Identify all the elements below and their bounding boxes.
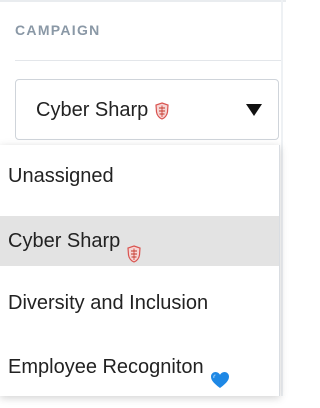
blue-heart-icon [210, 358, 230, 388]
option-label: Employee Recogniton [8, 356, 204, 378]
section-divider [15, 60, 281, 61]
shield-icon [155, 101, 169, 120]
option-label: Cyber Sharp [8, 230, 121, 252]
campaign-select[interactable]: Cyber Sharp [15, 79, 279, 140]
dropdown-option-cyber-sharp[interactable]: Cyber Sharp [0, 216, 279, 266]
section-label: CAMPAIGN [15, 22, 101, 38]
campaign-dropdown-menu: Unassigned Cyber Sharp Diversity and Inc… [0, 145, 280, 396]
dropdown-option-employee-recognition[interactable]: Employee Recogniton [0, 342, 279, 392]
campaign-select-label: Cyber Sharp [36, 99, 149, 121]
top-divider [0, 0, 286, 2]
option-label: Unassigned [8, 165, 114, 187]
dropdown-option-diversity-and-inclusion[interactable]: Diversity and Inclusion [0, 278, 279, 328]
dropdown-option-unassigned[interactable]: Unassigned [0, 151, 279, 201]
right-divider [281, 0, 283, 396]
shield-icon [127, 232, 141, 263]
caret-down-icon [246, 104, 262, 116]
option-label: Diversity and Inclusion [8, 292, 209, 314]
campaign-select-value: Cyber Sharp [36, 99, 169, 122]
